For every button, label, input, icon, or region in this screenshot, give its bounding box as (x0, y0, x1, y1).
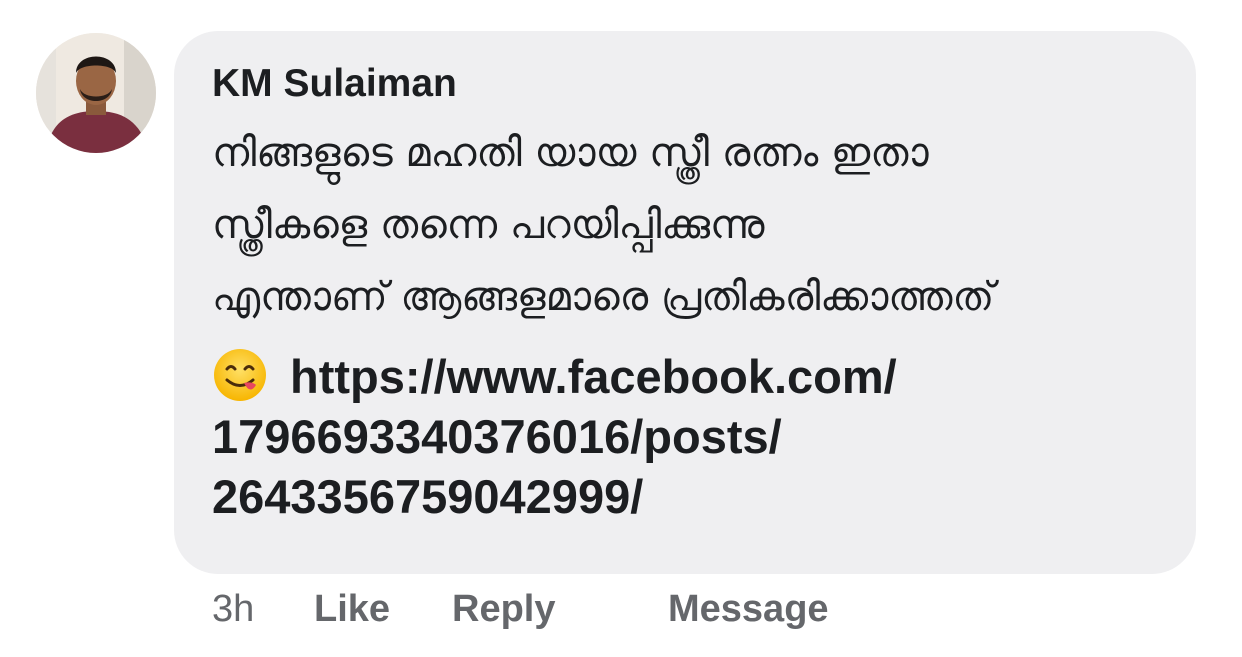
comment-link[interactable]: https://www.facebook.com/ 17966933403760… (212, 347, 1160, 527)
comment-text-line: എന്താണ് ആങ്ങളമാരെ പ്രതികരിക്കാത്തത് (212, 274, 995, 320)
comment-text: നിങ്ങളുടെ മഹതി യായ സ്ത്രീ രത്നം ഇതാ സ്ത്… (212, 117, 1160, 333)
face-savoring-food-emoji (212, 347, 268, 403)
link-line-3[interactable]: 2643356759042999/ (212, 467, 1160, 527)
like-button[interactable]: Like (314, 584, 390, 634)
link-line-2[interactable]: 1796693340376016/posts/ (212, 407, 1160, 467)
comment-text-line: നിങ്ങളുടെ മഹതി യായ സ്ത്രീ രത്നം ഇതാ (212, 130, 929, 176)
author-avatar[interactable] (36, 33, 156, 153)
link-text[interactable]: https://www.facebook.com/ (290, 350, 897, 403)
comment-text-line: സ്ത്രീകളെ തന്നെ പറയിപ്പിക്കുന്നു (212, 202, 765, 248)
message-button[interactable]: Message (668, 584, 829, 634)
reply-button[interactable]: Reply (452, 584, 555, 634)
comment-bubble: KM Sulaiman നിങ്ങളുടെ മഹതി യായ സ്ത്രീ രത… (174, 31, 1196, 574)
author-name[interactable]: KM Sulaiman (212, 61, 1160, 107)
comment-timestamp[interactable]: 3h (212, 584, 254, 634)
link-line-1[interactable]: https://www.facebook.com/ (212, 347, 1160, 407)
